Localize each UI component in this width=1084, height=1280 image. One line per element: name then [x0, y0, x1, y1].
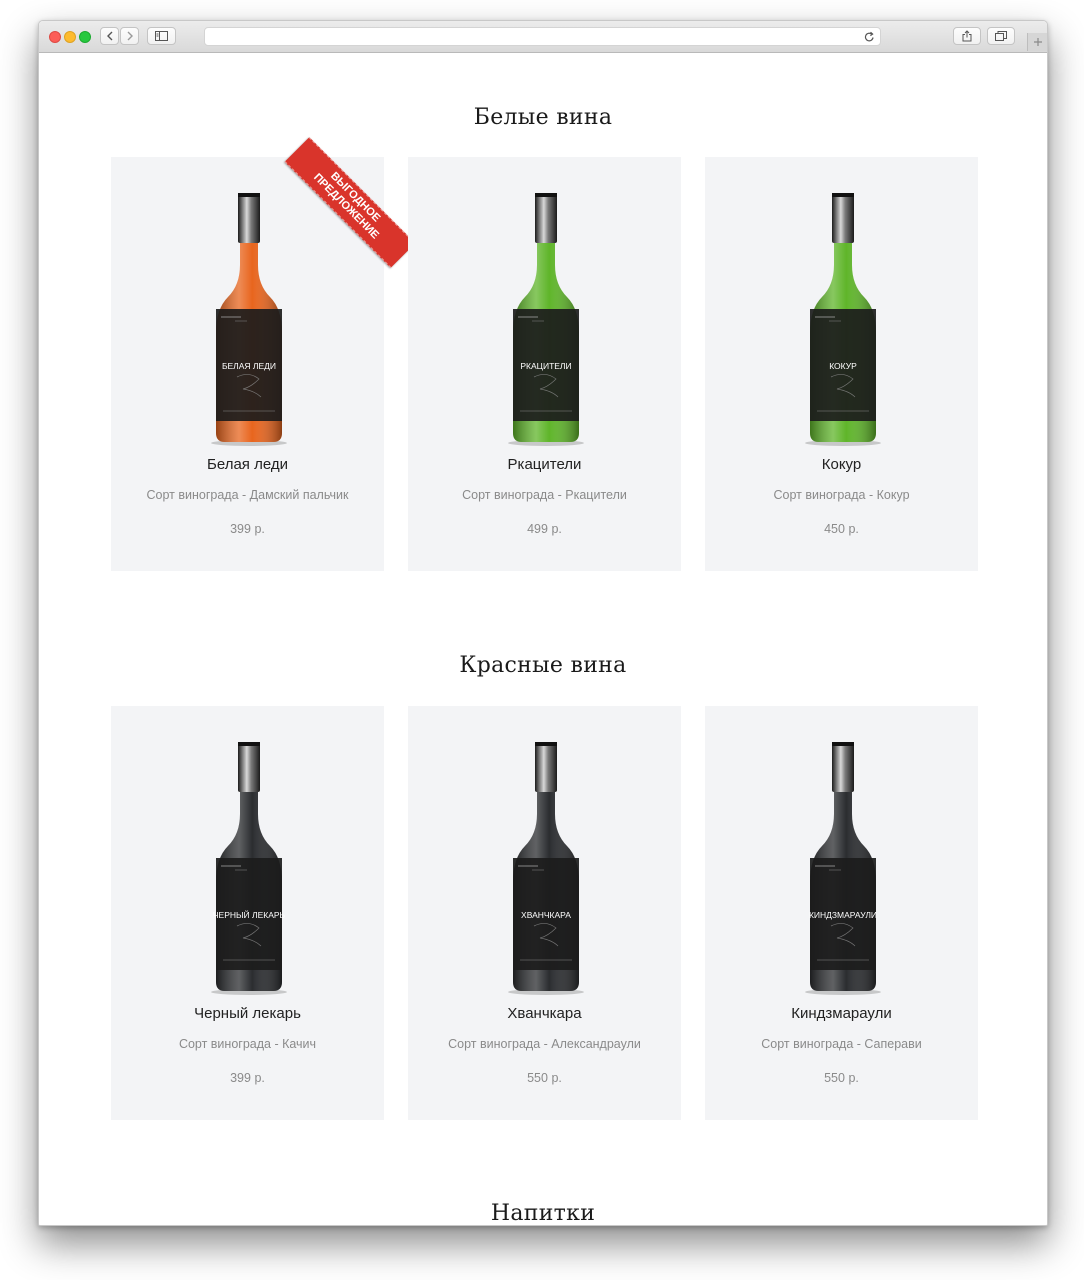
product-card[interactable]: ЧЕРНЫЙ ЛЕКАРЬ Черный лекарь Сорт винограда…: [111, 706, 384, 1120]
product-grape-variety: Сорт винограда - Дамский пальчик: [146, 488, 349, 502]
product-name[interactable]: Белая леди: [111, 456, 384, 473]
minimize-window-button[interactable]: [64, 31, 76, 43]
section-title-red-wines: Красные вина: [459, 653, 627, 678]
product-price: 399 р.: [230, 1071, 265, 1085]
bottle-label-text: КОКУР: [829, 361, 857, 371]
wine-bottle-image: ХВАНЧКАРА: [504, 742, 588, 996]
product-card[interactable]: БЕЛАЯ ЛЕДИ ВЫГОДНОЕ ПРЕДЛОЖЕНИЕ Белая леди…: [111, 137, 416, 571]
wine-bottle-image: КИНДЗМАРАУЛИ: [801, 742, 885, 996]
product-price: 450 р.: [824, 522, 859, 536]
product-price: 550 р.: [824, 1071, 859, 1085]
product-price: 550 р.: [527, 1071, 562, 1085]
product-grape-variety: Сорт винограда - Ркацители: [462, 488, 627, 502]
product-name[interactable]: Хванчкара: [408, 1005, 681, 1022]
close-window-button[interactable]: [49, 31, 61, 43]
wine-bottle-image: БЕЛАЯ ЛЕДИ: [207, 193, 291, 447]
product-card[interactable]: КИНДЗМАРАУЛИ Киндзмараули Сорт винограда -…: [705, 706, 978, 1120]
chevron-right-icon: [127, 31, 133, 41]
product-grape-variety: Сорт винограда - Качич: [178, 1037, 317, 1051]
forward-button[interactable]: [120, 27, 139, 45]
wine-bottle-image: КОКУР: [801, 193, 885, 447]
product-grape-variety: Сорт винограда - Кокур: [773, 488, 910, 502]
bottle-label-text: ЧЕРНЫЙ ЛЕКАРЬ: [213, 909, 286, 920]
product-name[interactable]: Черный лекарь: [111, 1005, 384, 1022]
reload-button[interactable]: [864, 30, 875, 48]
product-card[interactable]: ХВАНЧКАРА Хванчкара Сорт винограда - Алекс…: [408, 706, 681, 1120]
wine-bottle-image: РКАЦИТЕЛИ: [504, 193, 588, 447]
sidebar-icon: [155, 31, 168, 41]
product-name[interactable]: Киндзмараули: [705, 1005, 978, 1022]
address-bar[interactable]: [204, 27, 881, 46]
product-name[interactable]: Кокур: [705, 456, 978, 473]
product-price: 499 р.: [527, 522, 562, 536]
product-card[interactable]: РКАЦИТЕЛИ Ркацители Сорт винограда - Ркаци…: [408, 157, 681, 571]
sidebar-toggle-button[interactable]: [147, 27, 176, 45]
section-title-drinks: Напитки: [490, 1201, 596, 1226]
product-name[interactable]: Ркацители: [408, 456, 681, 473]
bottle-label-text: КИНДЗМАРАУЛИ: [809, 910, 877, 920]
plus-icon: [1034, 38, 1042, 46]
bottle-label-text: БЕЛАЯ ЛЕДИ: [222, 361, 276, 371]
browser-window: Белые вина Красные вина Напитки БЕЛАЯ ЛЕ…: [38, 20, 1048, 1226]
share-icon: [962, 30, 972, 42]
reload-icon: [864, 31, 874, 42]
zoom-window-button[interactable]: [79, 31, 91, 43]
product-price: 399 р.: [230, 522, 265, 536]
tabs-icon: [995, 31, 1007, 41]
browser-toolbar: [39, 21, 1047, 53]
back-button[interactable]: [100, 27, 119, 45]
tabs-overview-button[interactable]: [987, 27, 1015, 45]
wine-bottle-image: ЧЕРНЫЙ ЛЕКАРЬ: [207, 742, 291, 996]
product-grape-variety: Сорт винограда - Александраули: [448, 1037, 641, 1051]
new-tab-button[interactable]: [1027, 33, 1047, 51]
special-offer-badge: ВЫГОДНОЕ ПРЕДЛОЖЕНИЕ: [279, 137, 416, 277]
product-grape-variety: Сорт винограда - Саперави: [761, 1037, 922, 1051]
section-title-white-wines: Белые вина: [473, 105, 613, 130]
bottle-label-text: ХВАНЧКАРА: [521, 910, 571, 920]
chevron-left-icon: [106, 31, 112, 41]
page-content: Белые вина Красные вина Напитки БЕЛАЯ ЛЕ…: [39, 53, 1047, 1225]
share-button[interactable]: [953, 27, 981, 45]
product-card[interactable]: КОКУР Кокур Сорт винограда - Кокур 450 р.: [705, 157, 978, 571]
bottle-label-text: РКАЦИТЕЛИ: [520, 361, 571, 371]
special-offer-badge-text: ВЫГОДНОЕ ПРЕДЛОЖЕНИЕ: [284, 137, 416, 268]
